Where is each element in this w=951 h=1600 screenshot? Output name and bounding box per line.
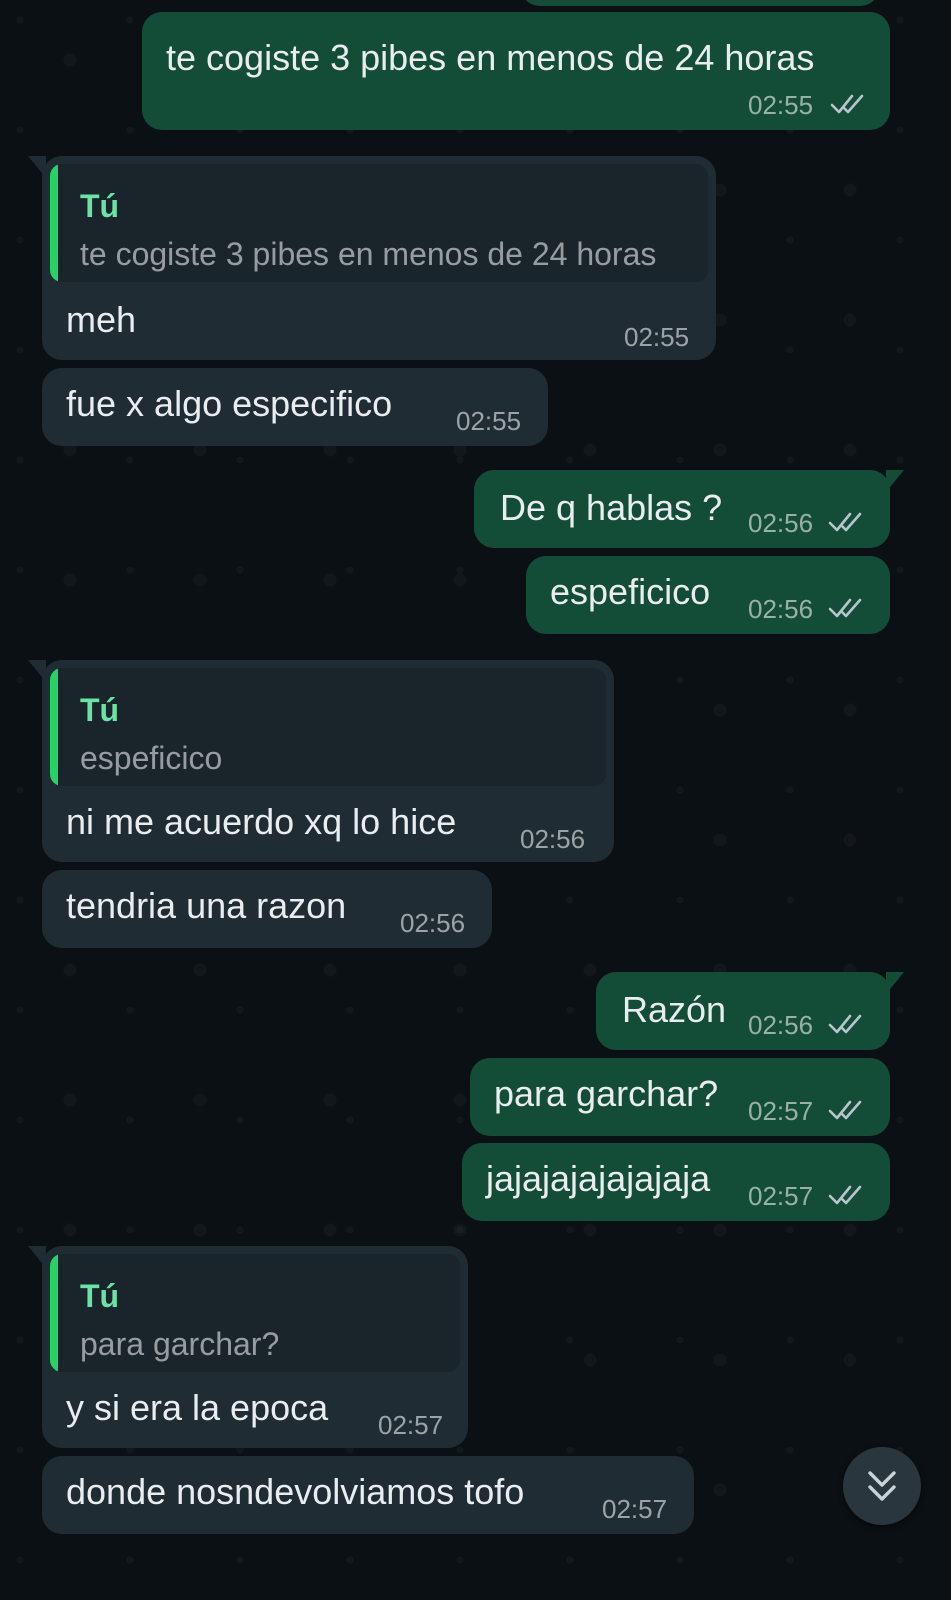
message-bubble[interactable]: fue x algo especifico 02:55 bbox=[42, 368, 548, 446]
message-text: donde nosndevolviamos tofo bbox=[66, 1471, 525, 1512]
double-check-read-icon bbox=[828, 598, 862, 618]
double-chevron-down-icon bbox=[868, 1471, 896, 1501]
message-time: 02:56 bbox=[748, 1010, 814, 1040]
message-text: fue x algo especifico bbox=[66, 383, 393, 424]
message-text: te cogiste 3 pibes en menos de 24 horas bbox=[166, 37, 815, 78]
message-text: y si era la epoca bbox=[66, 1387, 329, 1428]
message-bubble[interactable]: donde nosndevolviamos tofo 02:57 bbox=[42, 1456, 694, 1534]
quote-text: para garchar? bbox=[80, 1326, 280, 1362]
message-bubble[interactable]: jajajajajajajaja 02:57 bbox=[462, 1143, 890, 1221]
quote-accent-bar bbox=[50, 668, 58, 786]
message-time: 02:56 bbox=[748, 594, 814, 624]
quote-accent-bar bbox=[50, 164, 58, 282]
message-bubble[interactable]: Tú para garchar? y si era la epoca 02:57 bbox=[28, 1246, 468, 1448]
message-bubble[interactable]: Tú espeficico ni me acuerdo xq lo hice 0… bbox=[28, 660, 614, 862]
message-bubble[interactable]: De q hablas ? 02:56 bbox=[474, 470, 904, 548]
message-text: jajajajajajajaja bbox=[486, 1158, 711, 1199]
quoted-reply[interactable]: Tú espeficico bbox=[50, 668, 606, 786]
quote-text: te cogiste 3 pibes en menos de 24 horas bbox=[80, 236, 657, 272]
message-text: tendria una razon bbox=[66, 885, 347, 926]
message-time: 02:55 bbox=[456, 406, 522, 436]
quoted-reply[interactable]: Tú para garchar? bbox=[50, 1254, 460, 1372]
quote-author: Tú bbox=[80, 1278, 120, 1314]
message-time: 02:55 bbox=[748, 90, 814, 120]
message-time: 02:57 bbox=[602, 1494, 668, 1524]
message-text: espeficico bbox=[550, 571, 711, 612]
message-bubble[interactable]: espeficico 02:56 bbox=[526, 556, 890, 634]
message-time: 02:57 bbox=[378, 1410, 444, 1440]
double-check-read-icon bbox=[828, 1100, 862, 1120]
message-time: 02:56 bbox=[748, 508, 814, 538]
double-check-read-icon bbox=[828, 1185, 862, 1205]
message-text: Razón bbox=[622, 989, 727, 1030]
message-time: 02:56 bbox=[400, 908, 466, 938]
double-check-read-icon bbox=[828, 1014, 862, 1034]
double-check-read-icon bbox=[828, 512, 862, 532]
quote-author: Tú bbox=[80, 188, 120, 224]
message-time: 02:57 bbox=[748, 1096, 814, 1126]
bottom-bar bbox=[0, 1565, 951, 1600]
message-text: meh bbox=[66, 299, 137, 340]
message-time: 02:56 bbox=[520, 824, 586, 854]
message-text: De q hablas ? bbox=[500, 487, 723, 528]
quoted-reply[interactable]: Tú te cogiste 3 pibes en menos de 24 hor… bbox=[50, 164, 708, 282]
message-bubble[interactable]: para garchar? 02:57 bbox=[470, 1058, 890, 1136]
quote-accent-bar bbox=[50, 1254, 58, 1372]
double-check-read-icon bbox=[830, 94, 864, 114]
message-bubble-partial bbox=[520, 0, 880, 6]
scroll-to-bottom-button[interactable] bbox=[843, 1447, 921, 1525]
chat-area[interactable]: te cogiste 3 pibes en menos de 24 horas … bbox=[0, 0, 951, 1565]
message-bubble[interactable]: Tú te cogiste 3 pibes en menos de 24 hor… bbox=[28, 156, 716, 360]
message-time: 02:55 bbox=[624, 322, 690, 352]
message-text: ni me acuerdo xq lo hice bbox=[66, 801, 457, 842]
message-bubble[interactable]: Razón 02:56 bbox=[596, 972, 904, 1050]
message-bubble[interactable]: te cogiste 3 pibes en menos de 24 horas … bbox=[142, 12, 890, 130]
quote-author: Tú bbox=[80, 692, 120, 728]
message-bubble[interactable]: tendria una razon 02:56 bbox=[42, 870, 492, 948]
message-text: para garchar? bbox=[494, 1073, 719, 1114]
quote-text: espeficico bbox=[80, 740, 223, 776]
message-time: 02:57 bbox=[748, 1181, 814, 1211]
